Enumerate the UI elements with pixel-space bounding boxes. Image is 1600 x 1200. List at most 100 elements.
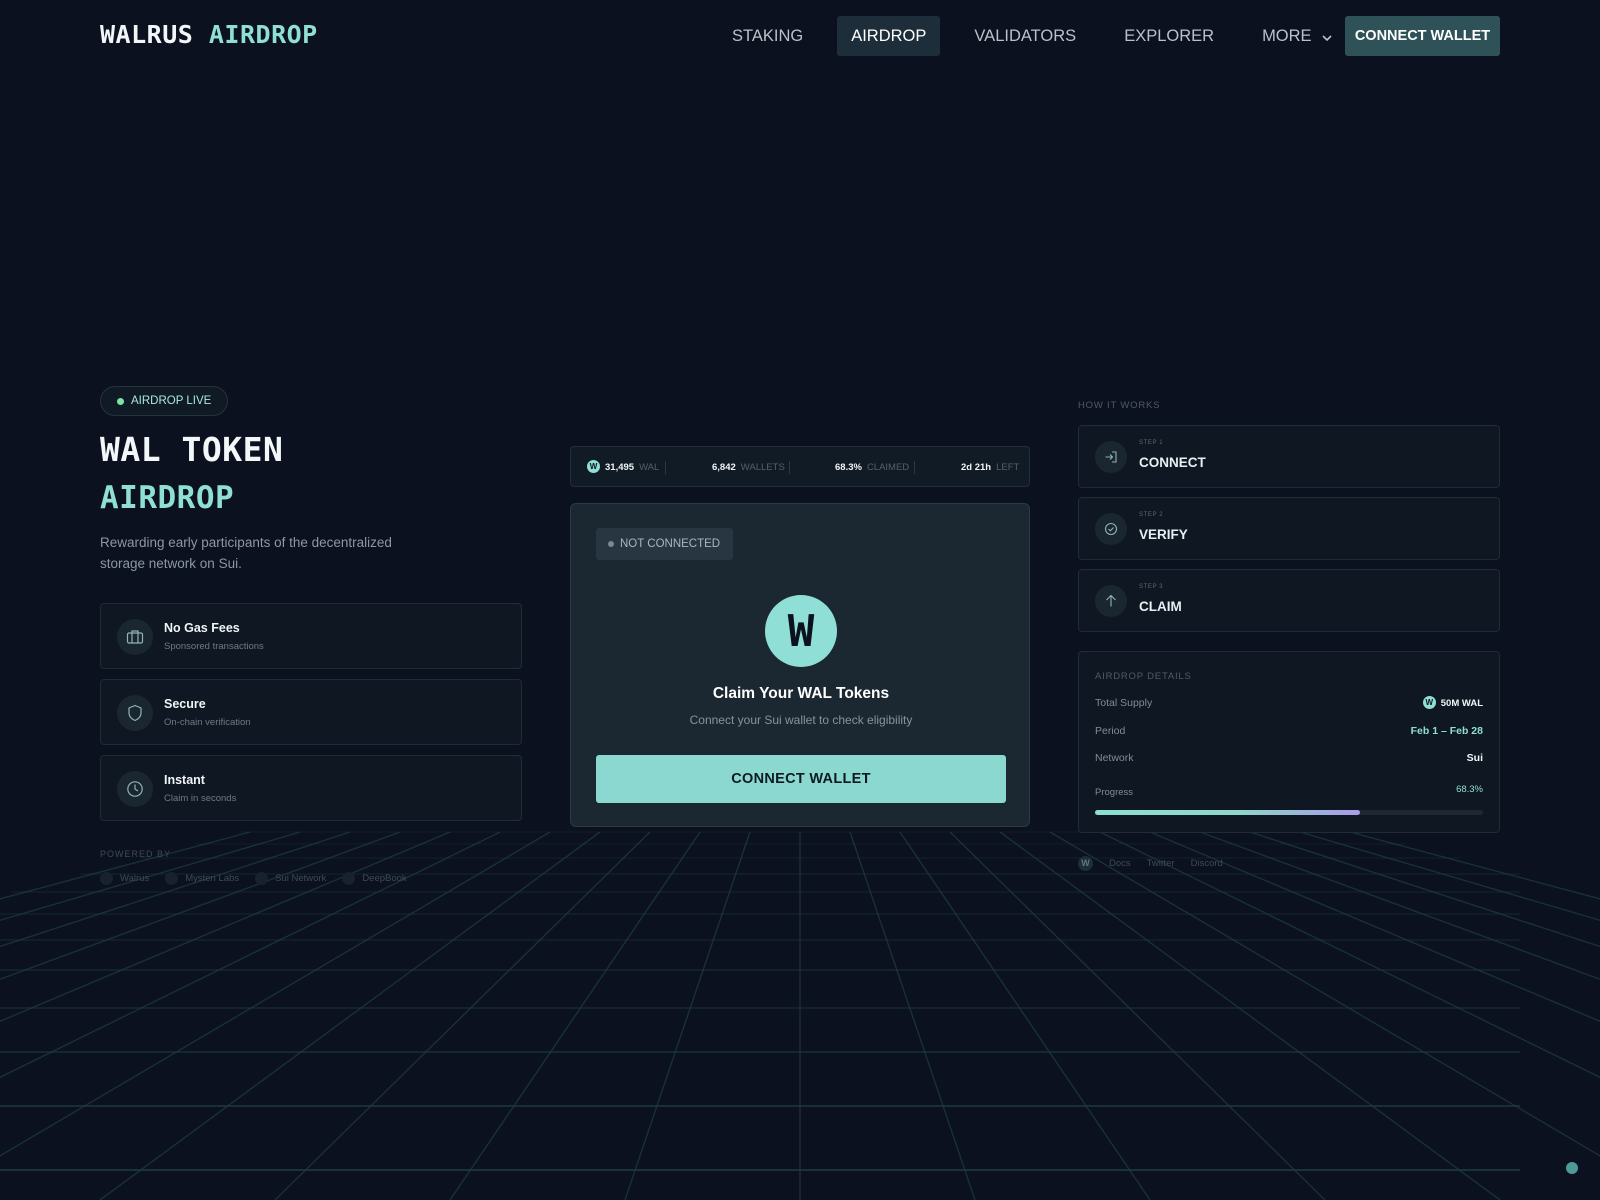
feature-subtitle: Claim in seconds [164, 793, 237, 804]
partner-walrus[interactable]: Walrus [100, 872, 149, 885]
wal-token-icon: W [1422, 695, 1436, 709]
logo-text-airdrop: AIRDROP [208, 20, 318, 49]
grid-vertical-line [99, 831, 601, 1200]
footer-link-docs[interactable]: Docs [1109, 858, 1131, 869]
nav-validators[interactable]: VALIDATORS [960, 16, 1090, 56]
progress-value: 68.3% [1456, 784, 1483, 795]
status-dot [608, 541, 614, 547]
grid-vertical-line [1049, 831, 1600, 1157]
claim-subtitle: Connect your Sui wallet to check eligibi… [689, 713, 913, 727]
footer-link-discord[interactable]: Discord [1191, 858, 1223, 869]
progress-fill [1095, 810, 1360, 815]
walrus-footer-icon[interactable]: W [1078, 856, 1093, 871]
grid-vertical-line [624, 831, 751, 1200]
feature-secure: Secure On-chain verification [100, 679, 522, 745]
stat-claimed: 68.3% CLAIMED [835, 447, 909, 488]
detail-key: Total Supply [1095, 697, 1153, 709]
stat-time-left: 2d 21h LEFT [961, 447, 1019, 488]
check-circle-icon [1095, 513, 1127, 545]
badge-live-label: AIRDROP LIVE [131, 395, 212, 407]
grid-vertical-line [0, 831, 401, 980]
detail-key: Network [1095, 752, 1134, 764]
feature-no-gas: No Gas Fees Sponsored transactions [100, 603, 522, 669]
partner-logo [100, 872, 113, 885]
site-logo[interactable]: WALRUS AIRDROP [100, 20, 318, 49]
period-value: Feb 1 – Feb 28 [1410, 725, 1483, 737]
footer-links: W Docs Twitter Discord [1078, 856, 1239, 871]
step-claim: STEP 3 CLAIM [1078, 569, 1500, 632]
feature-instant: Instant Claim in seconds [100, 755, 522, 821]
partner-logo [342, 872, 356, 885]
partner-logo [165, 872, 179, 885]
footer-link-twitter[interactable]: Twitter [1147, 858, 1175, 869]
stat-value: 6,842 [712, 462, 736, 473]
login-arrow-icon [1095, 441, 1127, 473]
nav-staking[interactable]: STAKING [718, 16, 817, 56]
nav-more-label: MORE [1262, 27, 1312, 45]
arrow-up-icon [1095, 585, 1127, 617]
wal-token-icon: W [587, 459, 600, 473]
grid-vertical-line [1149, 831, 1600, 1023]
stat-unit: CLAIMED [866, 462, 910, 473]
airdrop-details-card: AIRDROP DETAILS Total Supply W 50M WAL Pe… [1078, 651, 1500, 833]
powered-by-label: POWERED BY [100, 849, 172, 859]
partner-name: DeepBook [362, 873, 407, 884]
partner-name: Mysten Labs [185, 873, 240, 884]
step-number: STEP 1 [1139, 440, 1164, 446]
grid-vertical-line [949, 831, 1326, 1200]
partner-sui-network[interactable]: Sui Network [255, 872, 326, 885]
stat-value: 68.3% [835, 462, 862, 473]
stats-bar: W 31,495 WAL 6,842 WALLETS 68.3% CLAIMED 2d … [570, 446, 1030, 487]
stat-unit: WAL [639, 462, 660, 473]
step-verify: STEP 2 VERIFY [1078, 497, 1500, 560]
chevron-down-icon [1322, 17, 1332, 57]
chat-widget-dot[interactable] [1566, 1162, 1578, 1174]
stat-divider [914, 461, 915, 474]
grid-vertical-line [999, 831, 1501, 1200]
detail-key: Period [1095, 725, 1126, 737]
partner-name: Sui Network [275, 873, 327, 884]
grid-vertical-line [0, 831, 451, 1023]
hero-title-line2: AIRDROP [100, 480, 235, 516]
stat-value: 31,495 [605, 462, 635, 473]
stat-wallets: 6,842 WALLETS [712, 447, 785, 488]
grid-vertical-line [1199, 831, 1600, 980]
step-number: STEP 2 [1139, 512, 1164, 518]
stat-divider [665, 461, 666, 474]
connection-status-label: NOT CONNECTED [620, 538, 721, 550]
partner-mysten-labs[interactable]: Mysten Labs [165, 872, 239, 885]
details-heading: AIRDROP DETAILS [1095, 671, 1192, 682]
nav-explorer[interactable]: EXPLORER [1110, 16, 1228, 56]
claim-title: Claim Your WAL Tokens [712, 685, 890, 702]
network-value: Sui [1466, 752, 1483, 764]
stat-value: 2d 21h [961, 462, 992, 473]
grid-vertical-line [0, 831, 551, 1157]
wallet-icon [117, 619, 153, 655]
shield-icon [117, 695, 153, 731]
feature-title: No Gas Fees [164, 621, 240, 635]
detail-network: Network Sui [1095, 752, 1483, 766]
grid-vertical-line [274, 831, 651, 1200]
partner-list: Walrus Mysten Labs Sui Network DeepBook [100, 872, 423, 885]
step-label: CONNECT [1139, 455, 1206, 470]
main-nav: STAKING AIRDROP VALIDATORS EXPLORER MORE [718, 16, 1366, 56]
partner-deepbook[interactable]: DeepBook [342, 872, 407, 885]
claim-card: NOT CONNECTED W Claim Your WAL Tokens Co… [570, 503, 1030, 827]
detail-progress: Progress 68.3% [1095, 784, 1483, 801]
detail-period: Period Feb 1 – Feb 28 [1095, 725, 1483, 739]
airdrop-live-badge: AIRDROP LIVE [100, 386, 229, 416]
nav-airdrop[interactable]: AIRDROP [837, 16, 941, 56]
step-connect: STEP 1 CONNECT [1078, 425, 1500, 488]
detail-total-supply: Total Supply W 50M WAL [1095, 695, 1483, 711]
feature-title: Secure [164, 697, 206, 711]
feature-subtitle: Sponsored transactions [164, 641, 264, 652]
progress-bar [1095, 810, 1483, 815]
stat-unit: WALLETS [740, 462, 785, 473]
grid-vertical-line [899, 831, 1151, 1200]
total-supply-value: 50M WAL [1440, 698, 1483, 709]
nav-more[interactable]: MORE [1248, 16, 1346, 56]
connect-wallet-button[interactable]: CONNECT WALLET [596, 755, 1006, 803]
detail-key: Progress [1095, 787, 1134, 798]
step-label: CLAIM [1139, 599, 1182, 614]
connect-wallet-nav-button[interactable]: CONNECT WALLET [1345, 16, 1500, 56]
